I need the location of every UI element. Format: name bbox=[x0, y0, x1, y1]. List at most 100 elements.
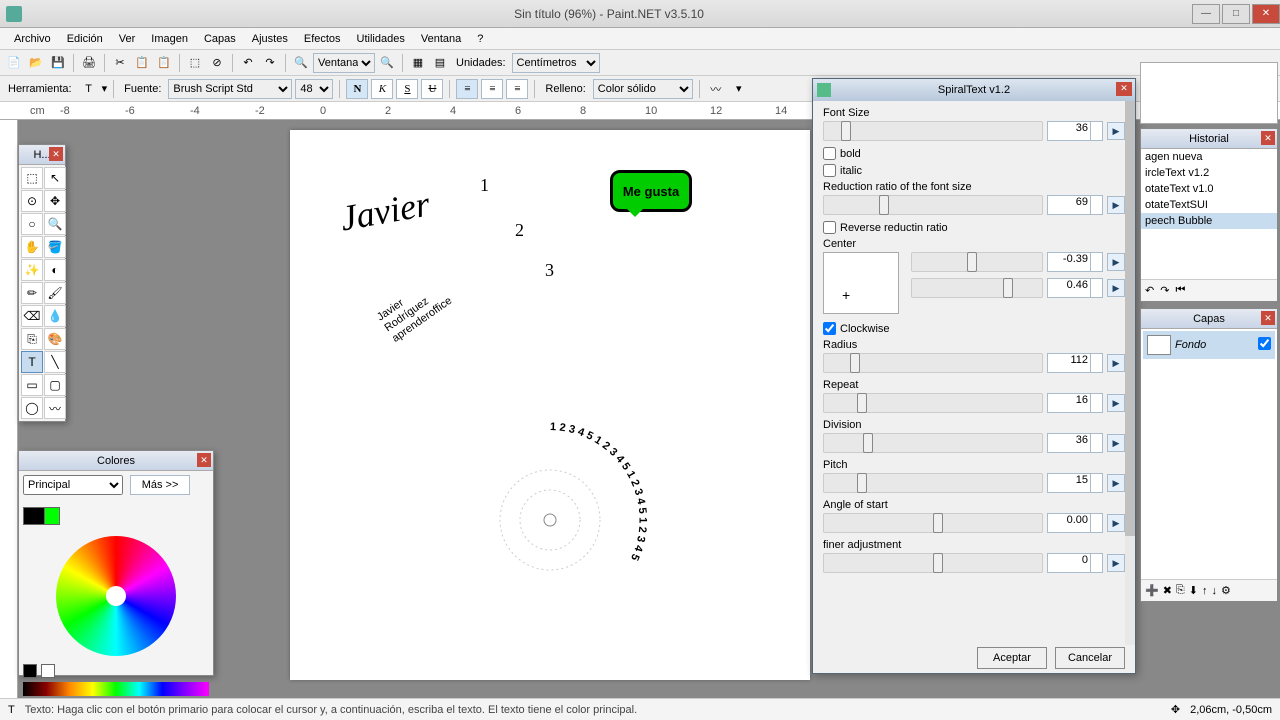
angle-value[interactable]: 0.00 bbox=[1047, 513, 1103, 533]
maximize-button[interactable]: □ bbox=[1222, 4, 1250, 24]
layers-close-button[interactable]: ✕ bbox=[1261, 311, 1275, 325]
centerx-slider[interactable] bbox=[911, 252, 1043, 272]
repeat-value[interactable]: 16 bbox=[1047, 393, 1103, 413]
menu-edicion[interactable]: Edición bbox=[59, 31, 111, 47]
bold-checkbox[interactable] bbox=[823, 147, 836, 160]
layer-row[interactable]: Fondo bbox=[1143, 331, 1275, 359]
repeat-reset[interactable]: ▶ bbox=[1107, 394, 1125, 412]
radius-slider[interactable] bbox=[823, 353, 1043, 373]
brush-width-button[interactable]: ▾ bbox=[729, 79, 749, 99]
tool-pencil[interactable]: ✏ bbox=[21, 282, 43, 304]
tool-gradient[interactable]: ◐ bbox=[44, 259, 66, 281]
fontsize-reset[interactable]: ▶ bbox=[1107, 122, 1125, 140]
menu-ver[interactable]: Ver bbox=[111, 31, 144, 47]
fontsize-slider[interactable] bbox=[823, 121, 1043, 141]
spiral-scrollbar[interactable] bbox=[1125, 101, 1135, 645]
finer-reset[interactable]: ▶ bbox=[1107, 554, 1125, 572]
tool-clone[interactable]: ⎘ bbox=[21, 328, 43, 350]
copy-button[interactable]: 📋 bbox=[132, 53, 152, 73]
layer-delete-icon[interactable]: ✖ bbox=[1163, 584, 1172, 597]
tool-rect-select[interactable]: ⬚ bbox=[21, 167, 43, 189]
save-button[interactable]: 💾 bbox=[48, 53, 68, 73]
tools-close-button[interactable]: ✕ bbox=[49, 147, 63, 161]
color-wheel[interactable] bbox=[56, 536, 176, 656]
tool-pan[interactable]: ✋ bbox=[21, 236, 43, 258]
tool-recolor[interactable]: 🎨 bbox=[44, 328, 66, 350]
history-undo-icon[interactable]: ↶ bbox=[1145, 284, 1154, 297]
navigator-panel[interactable] bbox=[1140, 62, 1278, 124]
layer-visible-checkbox[interactable] bbox=[1258, 337, 1271, 350]
crop-button[interactable]: ⬚ bbox=[185, 53, 205, 73]
reverse-checkbox[interactable] bbox=[823, 221, 836, 234]
zoom-select[interactable]: Ventana bbox=[313, 53, 375, 73]
print-button[interactable]: 🖨 bbox=[79, 53, 99, 73]
history-item[interactable]: agen nueva bbox=[1141, 149, 1277, 165]
layer-props-icon[interactable]: ⚙ bbox=[1221, 584, 1231, 597]
open-button[interactable]: 📂 bbox=[26, 53, 46, 73]
redo-button[interactable]: ↷ bbox=[260, 53, 280, 73]
units-select[interactable]: Centímetros bbox=[512, 53, 600, 73]
history-redo-icon[interactable]: ↷ bbox=[1160, 284, 1169, 297]
history-rewind-icon[interactable]: ⏮ bbox=[1175, 284, 1185, 297]
align-center-button[interactable]: ≡ bbox=[481, 79, 503, 99]
reduction-reset[interactable]: ▶ bbox=[1107, 196, 1125, 214]
tool-picker[interactable]: 💧 bbox=[44, 305, 66, 327]
radius-reset[interactable]: ▶ bbox=[1107, 354, 1125, 372]
primary-color-chip[interactable] bbox=[23, 507, 45, 525]
menu-utilidades[interactable]: Utilidades bbox=[349, 31, 413, 47]
menu-capas[interactable]: Capas bbox=[196, 31, 244, 47]
color-swatches[interactable] bbox=[23, 682, 209, 696]
zoom-icon[interactable]: 🔍 bbox=[291, 53, 311, 73]
centery-slider[interactable] bbox=[911, 278, 1043, 298]
line-style-button[interactable]: 〰 bbox=[706, 79, 726, 99]
font-select[interactable]: Brush Script Std bbox=[168, 79, 292, 99]
new-button[interactable]: 📄 bbox=[4, 53, 24, 73]
clockwise-checkbox[interactable] bbox=[823, 322, 836, 335]
color-mode-select[interactable]: Principal bbox=[23, 475, 123, 495]
align-right-button[interactable]: ≡ bbox=[506, 79, 528, 99]
menu-ventana[interactable]: Ventana bbox=[413, 31, 469, 47]
reduction-value[interactable]: 69 bbox=[1047, 195, 1103, 215]
zoom-actual-button[interactable]: 🔍 bbox=[377, 53, 397, 73]
layer-up-icon[interactable]: ↑ bbox=[1202, 585, 1208, 597]
more-colors-button[interactable]: Más >> bbox=[130, 475, 190, 495]
tool-move-sel[interactable]: ✥ bbox=[44, 190, 66, 212]
tool-wand[interactable]: ✨ bbox=[21, 259, 43, 281]
undo-button[interactable]: ↶ bbox=[238, 53, 258, 73]
angle-reset[interactable]: ▶ bbox=[1107, 514, 1125, 532]
layer-add-icon[interactable]: ➕ bbox=[1145, 584, 1159, 597]
cut-button[interactable]: ✂ bbox=[110, 53, 130, 73]
fontsize-value[interactable]: 36 bbox=[1047, 121, 1103, 141]
fill-select[interactable]: Color sólido bbox=[593, 79, 693, 99]
align-left-button[interactable]: ≡ bbox=[456, 79, 478, 99]
center-preview[interactable]: + bbox=[823, 252, 899, 314]
centerx-reset[interactable]: ▶ bbox=[1107, 253, 1125, 271]
underline-button[interactable]: S bbox=[396, 79, 418, 99]
finer-slider[interactable] bbox=[823, 553, 1043, 573]
finer-value[interactable]: 0 bbox=[1047, 553, 1103, 573]
radius-value[interactable]: 112 bbox=[1047, 353, 1103, 373]
tool-eraser[interactable]: ⌫ bbox=[21, 305, 43, 327]
tool-rounded-rect[interactable]: ▢ bbox=[44, 374, 66, 396]
reduction-slider[interactable] bbox=[823, 195, 1043, 215]
tool-lasso[interactable]: ⊙ bbox=[21, 190, 43, 212]
menu-imagen[interactable]: Imagen bbox=[143, 31, 196, 47]
layer-dup-icon[interactable]: ⎘ bbox=[1176, 584, 1185, 597]
deselect-button[interactable]: ⊘ bbox=[207, 53, 227, 73]
history-item[interactable]: ircleText v1.2 bbox=[1141, 165, 1277, 181]
menu-efectos[interactable]: Efectos bbox=[296, 31, 349, 47]
layer-down-icon[interactable]: ↓ bbox=[1211, 585, 1217, 597]
minimize-button[interactable]: — bbox=[1192, 4, 1220, 24]
colors-close-button[interactable]: ✕ bbox=[197, 453, 211, 467]
swap-white[interactable] bbox=[41, 664, 55, 678]
fontsize-select[interactable]: 48 bbox=[295, 79, 333, 99]
centery-reset[interactable]: ▶ bbox=[1107, 279, 1125, 297]
division-slider[interactable] bbox=[823, 433, 1043, 453]
italic-button[interactable]: K bbox=[371, 79, 393, 99]
aceptar-button[interactable]: Aceptar bbox=[977, 647, 1047, 669]
history-close-button[interactable]: ✕ bbox=[1261, 131, 1275, 145]
swap-black[interactable] bbox=[23, 664, 37, 678]
division-reset[interactable]: ▶ bbox=[1107, 434, 1125, 452]
ruler-button[interactable]: ▤ bbox=[430, 53, 450, 73]
spiral-titlebar[interactable]: SpiralText v1.2 ✕ bbox=[813, 79, 1135, 101]
